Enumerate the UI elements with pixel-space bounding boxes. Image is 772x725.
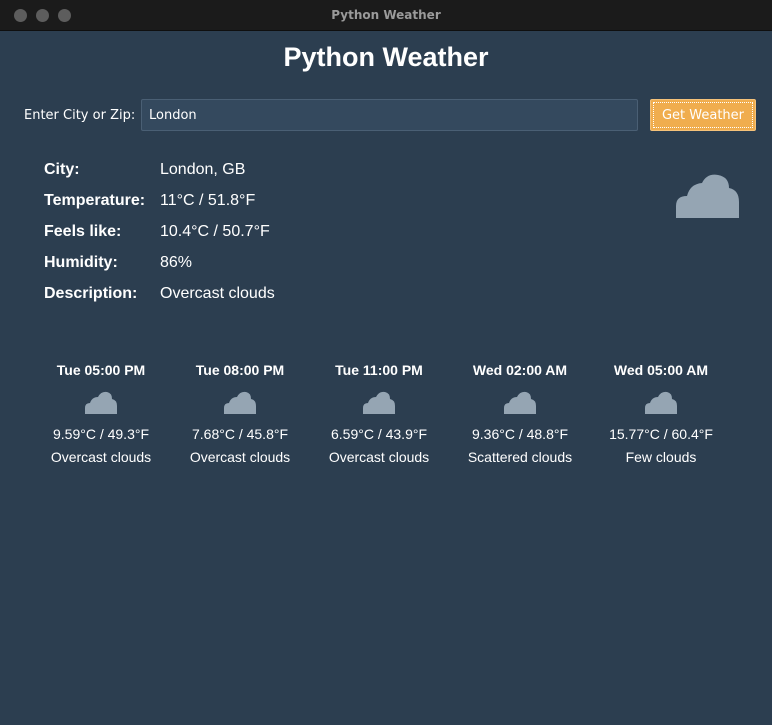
forecast-temp: 7.68°C / 45.8°F — [191, 426, 289, 442]
get-weather-button[interactable]: Get Weather — [650, 99, 756, 131]
city-label: City: — [44, 161, 80, 178]
forecast-item: Tue 05:00 PM 9.59°C / 49.3°F Overcast cl… — [31, 360, 171, 470]
search-label: Enter City or Zip: — [24, 108, 136, 123]
forecast-desc: Overcast clouds — [50, 449, 152, 465]
temperature-label: Temperature: — [44, 192, 146, 209]
forecast-temp: 15.77°C / 60.4°F — [609, 426, 713, 442]
forecast-item: Wed 02:00 AM 9.36°C / 48.8°F Scattered c… — [450, 360, 590, 470]
forecast-time: Tue 11:00 PM — [335, 362, 423, 378]
forecast-time: Wed 02:00 AM — [472, 362, 568, 378]
temperature-value: 11°C / 51.8°F — [160, 192, 256, 209]
forecast-desc: Few clouds — [625, 449, 697, 465]
forecast-temp: 9.59°C / 49.3°F — [52, 426, 150, 442]
humidity-value: 86% — [160, 254, 193, 271]
app-window: Python Weather Python Weather Enter City… — [0, 0, 772, 725]
feels-like-value: 10.4°C / 50.7°F — [160, 223, 270, 240]
window-title: Python Weather — [331, 8, 441, 22]
cloud-icon — [223, 390, 257, 415]
forecast-desc: Overcast clouds — [328, 449, 430, 465]
cloud-icon — [362, 390, 396, 415]
feels-like-label: Feels like: — [44, 223, 122, 240]
humidity-label: Humidity: — [44, 254, 118, 271]
description-value: Overcast clouds — [160, 285, 275, 302]
forecast-temp: 9.36°C / 48.8°F — [471, 426, 569, 442]
forecast-desc: Scattered clouds — [467, 449, 573, 465]
forecast-temp: 6.59°C / 43.9°F — [330, 426, 428, 442]
description-label: Description: — [44, 285, 138, 302]
cloud-icon — [503, 390, 537, 415]
forecast-time: Tue 05:00 PM — [56, 362, 146, 378]
cloud-icon — [84, 390, 118, 415]
forecast-item: Wed 05:00 AM 15.77°C / 60.4°F Few clouds — [591, 360, 731, 470]
page-title: Python Weather — [283, 42, 489, 72]
city-input[interactable] — [141, 99, 638, 131]
cloud-icon — [674, 170, 740, 220]
forecast-item: Tue 11:00 PM 6.59°C / 43.9°F Overcast cl… — [309, 360, 449, 470]
forecast-desc: Overcast clouds — [189, 449, 291, 465]
city-value: London, GB — [160, 161, 246, 178]
forecast-time: Wed 05:00 AM — [613, 362, 709, 378]
forecast-item: Tue 08:00 PM 7.68°C / 45.8°F Overcast cl… — [170, 360, 310, 470]
title-bar: Python Weather — [0, 0, 772, 31]
cloud-icon — [644, 390, 678, 415]
forecast-time: Tue 08:00 PM — [195, 362, 285, 378]
